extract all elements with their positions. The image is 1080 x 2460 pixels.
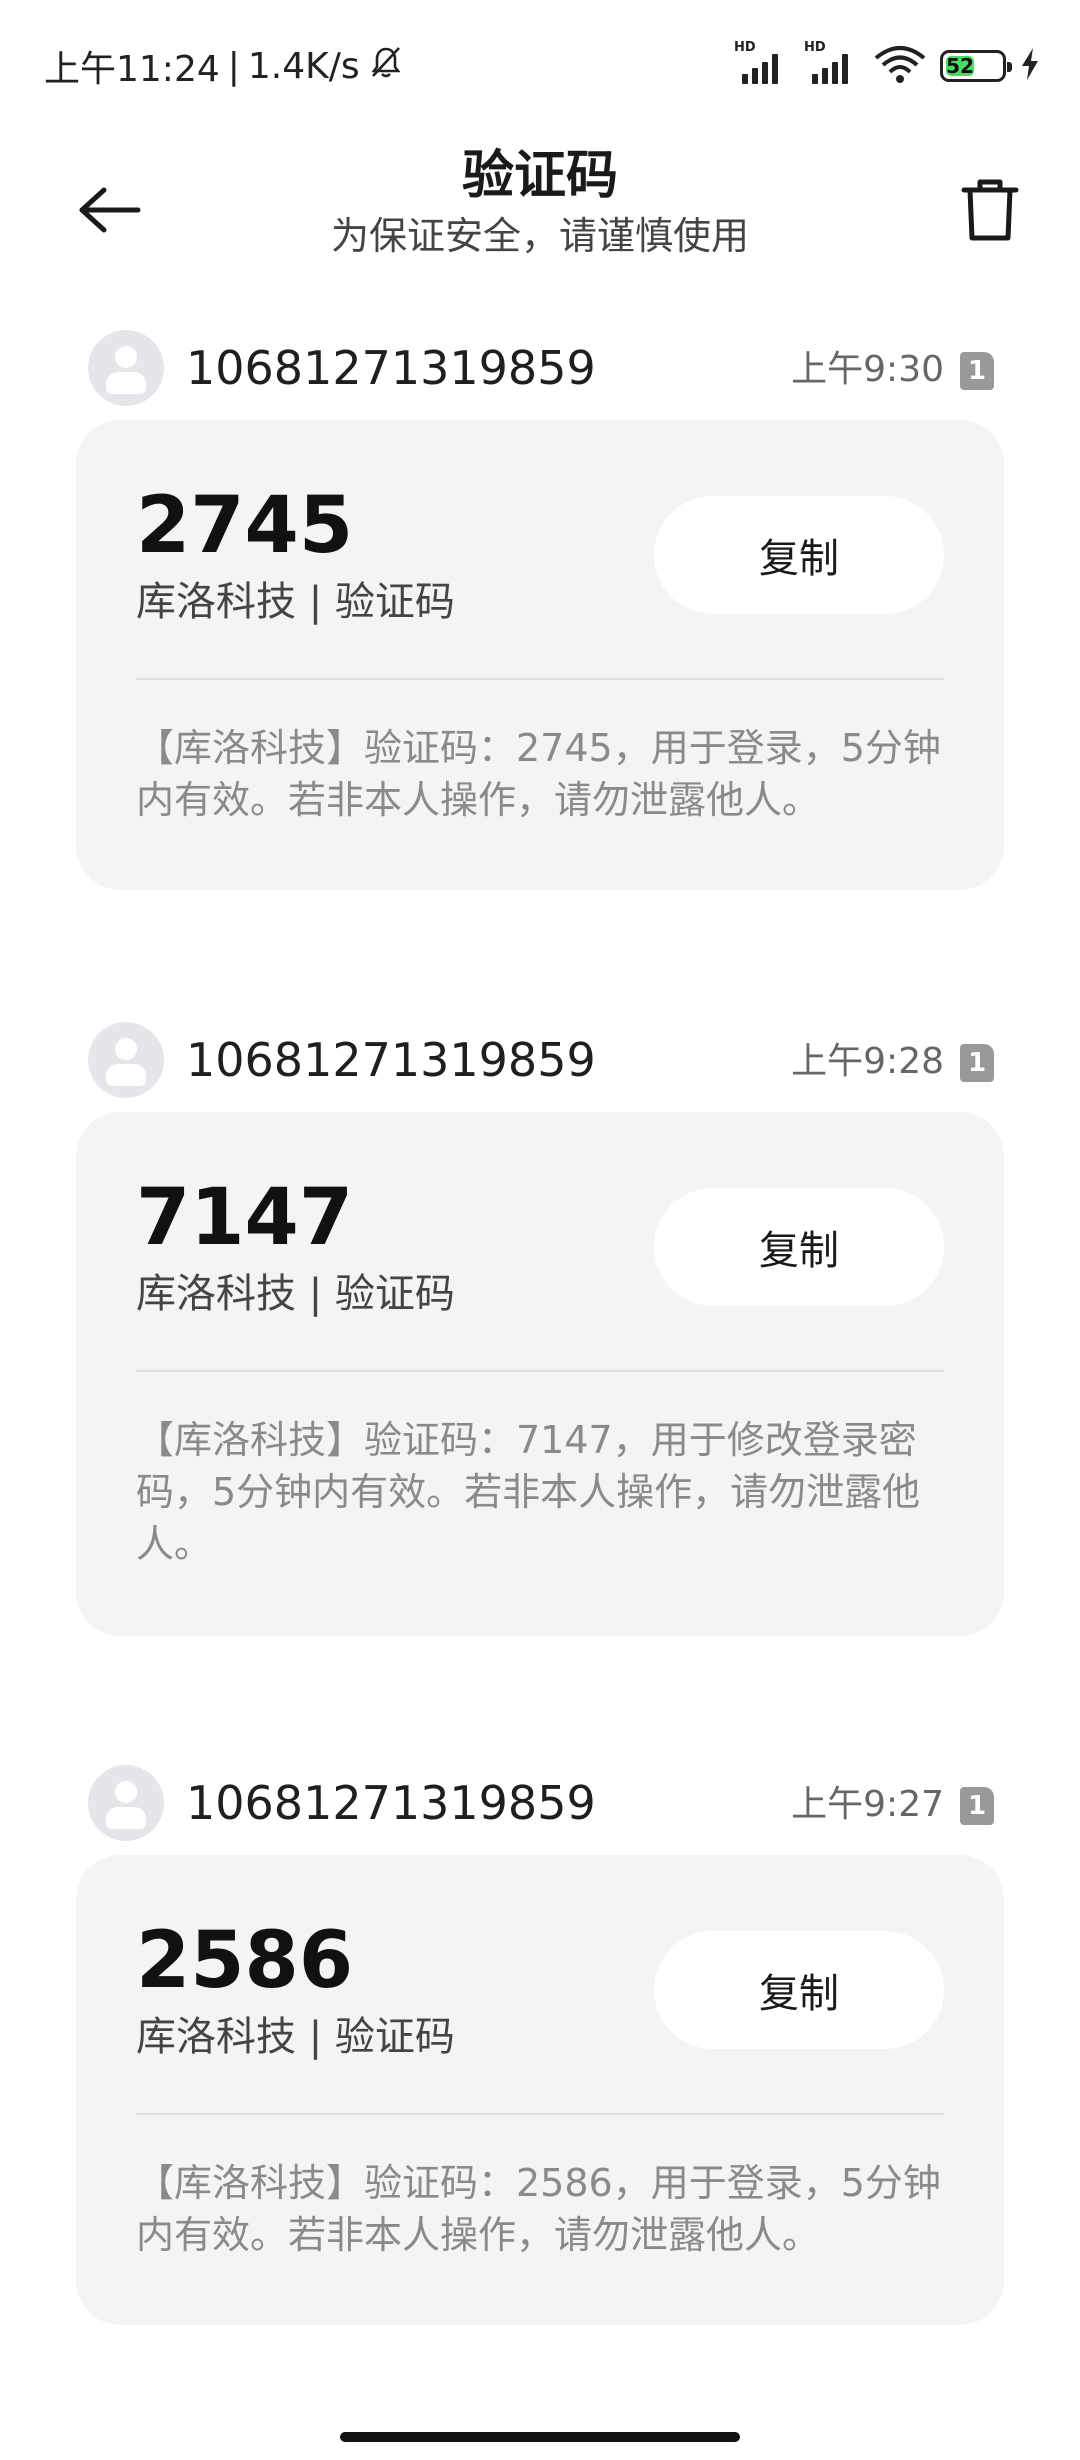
divider (136, 678, 944, 680)
battery-level: 52 (946, 54, 975, 78)
signal-icon-2: HD (804, 40, 860, 86)
verification-code: 7147 (136, 1173, 354, 1263)
message-text: 【库洛科技】验证码：2745，用于登录，5分钟内有效。若非本人操作，请勿泄露他人… (136, 726, 941, 822)
status-time: 上午11:24 (44, 49, 220, 90)
avatar-icon (88, 1765, 164, 1841)
message-text: 【库洛科技】验证码：2586，用于登录，5分钟内有效。若非本人操作，请勿泄露他人… (136, 2161, 941, 2257)
status-left: 上午11:24 | 1.4K/s (44, 40, 404, 92)
mute-bell-icon (368, 44, 404, 89)
header: 验证码 为保证安全，请谨慎使用 (0, 140, 1080, 300)
sim-card-icon: 1 (960, 1787, 994, 1825)
charging-icon (1020, 47, 1040, 85)
message-header: 10681271319859 上午9:28 1 (0, 1012, 1080, 1112)
code-card[interactable]: 2586 库洛科技 | 验证码 复制 【库洛科技】验证码：2586，用于登录，5… (76, 1855, 1004, 2325)
code-card[interactable]: 2745 库洛科技 | 验证码 复制 【库洛科技】验证码：2745，用于登录，5… (76, 420, 1004, 890)
message-time: 上午9:30 (791, 349, 944, 390)
trash-icon[interactable] (950, 170, 1030, 250)
code-source-label: 库洛科技 | 验证码 (136, 579, 455, 625)
message-text: 【库洛科技】验证码：7147，用于修改登录密码，5分钟内有效。若非本人操作，请勿… (136, 1418, 921, 1566)
code-source-label: 库洛科技 | 验证码 (136, 1271, 455, 1317)
sender-number: 10681271319859 (186, 1776, 596, 1830)
status-right: HD HD 52 (734, 40, 1040, 88)
signal-icon-1: HD (734, 40, 790, 86)
sim-card-icon: 1 (960, 1044, 994, 1082)
home-indicator[interactable] (340, 2432, 740, 2442)
sender-number: 10681271319859 (186, 1033, 596, 1087)
wifi-icon (874, 44, 926, 88)
message-group: 10681271319859 上午9:30 1 2745 库洛科技 | 验证码 … (0, 320, 1080, 890)
page-subtitle: 为保证安全，请谨慎使用 (330, 214, 749, 258)
sim-card-icon: 1 (960, 352, 994, 390)
divider (136, 2113, 944, 2115)
verification-code: 2745 (136, 481, 354, 571)
message-header: 10681271319859 上午9:30 1 (0, 320, 1080, 420)
status-net-speed: 1.4K/s (247, 45, 360, 87)
message-time: 上午9:27 (791, 1784, 944, 1825)
page-title: 验证码 (461, 146, 618, 206)
avatar-icon (88, 330, 164, 406)
code-card[interactable]: 7147 库洛科技 | 验证码 复制 【库洛科技】验证码：7147，用于修改登录… (76, 1112, 1004, 1636)
message-header: 10681271319859 上午9:27 1 (0, 1755, 1080, 1855)
battery-icon: 52 (940, 50, 1012, 82)
message-group: 10681271319859 上午9:28 1 7147 库洛科技 | 验证码 … (0, 1012, 1080, 1636)
message-time: 上午9:28 (791, 1041, 944, 1082)
code-source-label: 库洛科技 | 验证码 (136, 2014, 455, 2060)
copy-button[interactable]: 复制 (654, 496, 944, 614)
divider (136, 1370, 944, 1372)
sender-number: 10681271319859 (186, 341, 596, 395)
verification-code: 2586 (136, 1916, 354, 2006)
copy-button[interactable]: 复制 (654, 1931, 944, 2049)
status-bar: 上午11:24 | 1.4K/s HD HD 52 (0, 0, 1080, 140)
status-separator: | (227, 45, 240, 87)
message-group: 10681271319859 上午9:27 1 2586 库洛科技 | 验证码 … (0, 1755, 1080, 2325)
avatar-icon (88, 1022, 164, 1098)
copy-button[interactable]: 复制 (654, 1188, 944, 1306)
